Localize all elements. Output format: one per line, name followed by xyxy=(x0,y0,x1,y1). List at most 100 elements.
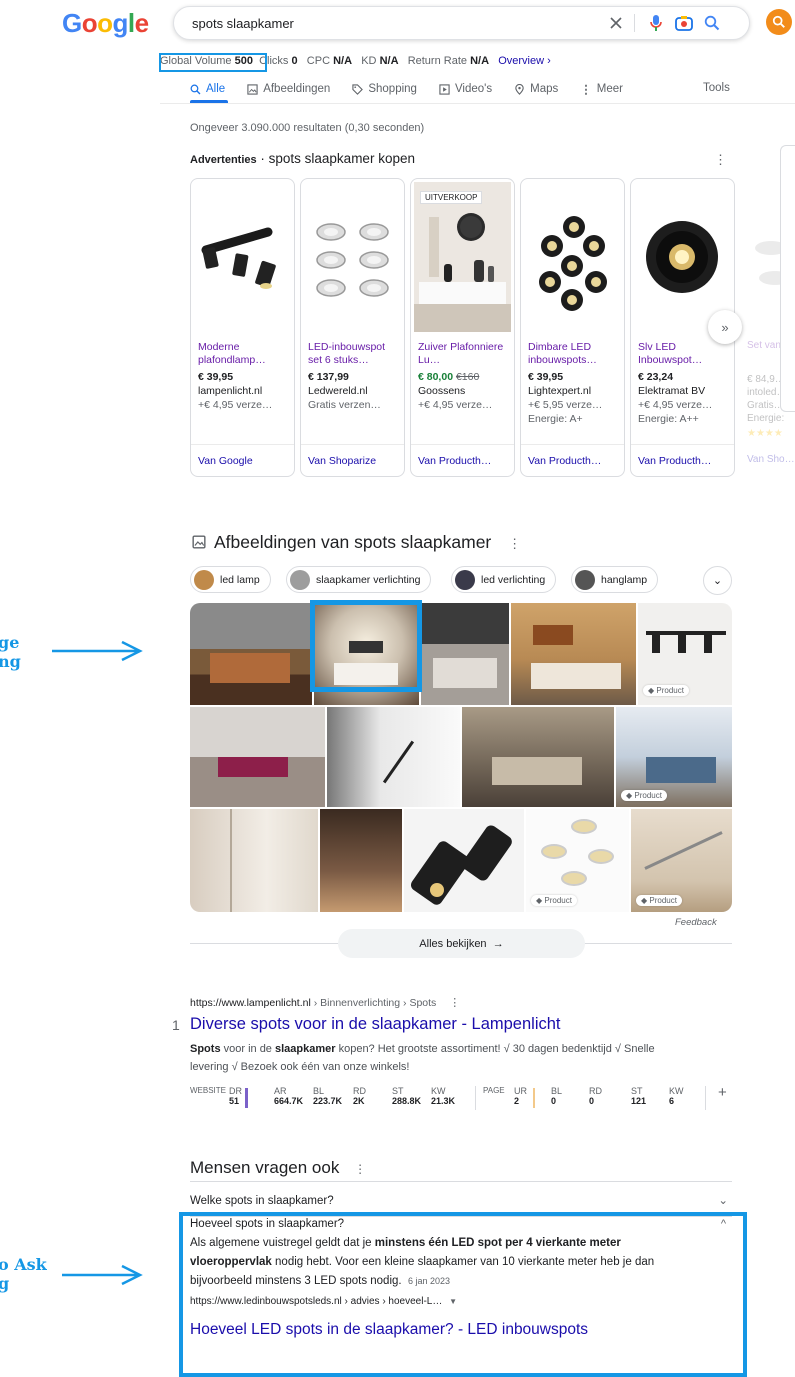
more-vert-icon[interactable]: ⋮ xyxy=(714,152,727,168)
result-snippet: Spots voor in de slaapkamer kopen? Het g… xyxy=(190,1043,655,1073)
microphone-icon[interactable] xyxy=(646,13,666,33)
google-logo[interactable]: Google xyxy=(62,8,149,39)
tab-images[interactable]: Afbeeldingen xyxy=(247,82,330,96)
image-result[interactable]: ◆ Product xyxy=(638,603,732,705)
more-vert-icon[interactable]: ⋮ xyxy=(354,1162,366,1176)
cpc-label: CPC xyxy=(306,55,331,67)
annotation-paa-ranking: o Ask g xyxy=(0,1255,47,1293)
return-rate-label: Return Rate xyxy=(407,55,467,67)
product-badge: ◆ Product xyxy=(636,895,682,906)
global-volume-highlight xyxy=(159,53,267,72)
arrow-right-icon xyxy=(62,1264,143,1286)
product-badge: ◆ Product xyxy=(643,685,689,696)
image-filter-chip[interactable]: slaapkamer verlichting xyxy=(286,566,432,593)
search-icon xyxy=(190,84,201,94)
product-source-link[interactable]: Van Producth… xyxy=(638,455,711,467)
more-vert-icon: ⋮ xyxy=(580,84,592,96)
seo-metrics-row: WEBSITE DR 51 AR 664.7K BL 223.7K RD 2K ST 28… xyxy=(190,1084,730,1112)
product-card[interactable]: Moderne plafondlamp… € 39,95 lampenlicht… xyxy=(190,178,295,477)
image-result[interactable] xyxy=(320,809,402,912)
feedback-link[interactable]: Feedback xyxy=(675,917,717,928)
ads-title: spots slaapkamer kopen xyxy=(268,151,415,166)
chevron-down-icon: ⌄ xyxy=(718,1195,728,1207)
chips-expand-button[interactable]: ⌄ xyxy=(703,566,732,595)
product-badge: ◆ Product xyxy=(531,895,577,906)
view-all-images-button[interactable]: Alles bekijken → xyxy=(338,929,585,958)
arrow-right-icon: → xyxy=(492,937,504,950)
paa-header: Mensen vragen ook ⋮ xyxy=(190,1158,367,1177)
image-result[interactable] xyxy=(511,603,636,705)
tag-icon xyxy=(352,83,364,95)
product-badge: ◆ Product xyxy=(621,790,667,801)
image-filter-chip[interactable]: led verlichting xyxy=(451,566,557,593)
image-result[interactable]: ◆ Product xyxy=(631,809,732,912)
image-filter-chip[interactable]: led lamp xyxy=(190,566,271,593)
ads-label: Advertenties xyxy=(190,154,257,166)
tab-videos[interactable]: Video's xyxy=(439,82,492,96)
result-stats: Ongeveer 3.090.000 resultaten (0,30 seco… xyxy=(190,122,425,134)
search-tabs: Alle Afbeeldingen Shopping Video's Maps … xyxy=(190,82,645,96)
image-result[interactable]: ◆ Product xyxy=(526,809,629,912)
product-card[interactable]: UITVERKOOP Zuiver Plafonniere Lu… € 80,0… xyxy=(410,178,515,477)
paa-question[interactable]: Welke spots in slaapkamer? ⌄ xyxy=(190,1195,730,1207)
more-vert-icon[interactable]: ⋮ xyxy=(508,536,521,551)
annotation-image-ranking: ge ng xyxy=(0,633,21,671)
overview-link[interactable]: Overview › xyxy=(498,55,551,67)
result-url[interactable]: https://www.lampenlicht.nl › Binnenverli… xyxy=(190,996,460,1009)
image-result[interactable] xyxy=(404,809,524,912)
kd-label: KD xyxy=(361,55,377,67)
camera-lens-icon[interactable] xyxy=(674,13,694,33)
plus-icon[interactable]: + xyxy=(718,1084,727,1101)
image-ranking-highlight xyxy=(310,600,422,692)
rating-stars: ★★★★ xyxy=(747,428,783,439)
search-input[interactable]: spots slaapkamer xyxy=(192,16,294,31)
product-card[interactable]: LED-inbouwspot set 6 stuks… € 137,99 Led… xyxy=(300,178,405,477)
cpc-value: N/A xyxy=(333,55,353,67)
tools-button[interactable]: Tools xyxy=(703,82,730,94)
image-icon xyxy=(247,83,258,95)
tab-shopping[interactable]: Shopping xyxy=(352,82,417,96)
product-image xyxy=(524,182,621,332)
double-chevron-right-icon: » xyxy=(721,319,729,335)
result-rank: 1 xyxy=(172,1017,180,1033)
product-image xyxy=(304,182,401,332)
image-result[interactable] xyxy=(190,603,312,705)
kd-value: N/A xyxy=(379,55,399,67)
divider xyxy=(190,1181,732,1182)
pin-icon xyxy=(515,83,524,95)
product-source-link[interactable]: Van Shoparize xyxy=(308,455,376,467)
play-icon xyxy=(439,83,450,95)
tab-maps[interactable]: Maps xyxy=(514,82,558,96)
search-icon[interactable] xyxy=(702,13,722,33)
account-avatar[interactable] xyxy=(766,9,792,35)
product-image xyxy=(194,182,291,332)
return-rate-value: N/A xyxy=(470,55,490,67)
product-source-link[interactable]: Van Google xyxy=(198,455,253,467)
arrow-right-icon xyxy=(52,640,143,662)
image-result[interactable] xyxy=(190,809,318,912)
image-filter-chip[interactable]: hanglamp xyxy=(571,566,659,593)
search-icon xyxy=(772,15,785,28)
tab-all[interactable]: Alle xyxy=(190,82,225,96)
images-section-header: Afbeeldingen van spots slaapkamer ⋮ xyxy=(192,532,521,554)
side-panel-edge xyxy=(780,145,795,412)
divider xyxy=(160,103,795,104)
product-card[interactable]: Dimbare LED inbouwspots… € 39,95 Lightex… xyxy=(520,178,625,477)
image-result[interactable] xyxy=(190,707,325,807)
product-source-link[interactable]: Van Producth… xyxy=(528,455,601,467)
result-title-link[interactable]: Diverse spots voor in de slaapkamer - La… xyxy=(190,1015,561,1034)
clear-icon[interactable] xyxy=(606,13,626,33)
chevron-down-icon: ⌄ xyxy=(712,575,723,587)
more-vert-icon[interactable]: ⋮ xyxy=(449,997,460,1009)
product-source-link[interactable]: Van Producth… xyxy=(418,455,491,467)
carousel-next-button[interactable]: » xyxy=(708,310,742,344)
tab-more[interactable]: ⋮ Meer xyxy=(580,82,623,96)
image-result[interactable] xyxy=(421,603,509,705)
search-box[interactable]: spots slaapkamer xyxy=(173,6,750,40)
clicks-value: 0 xyxy=(291,55,298,67)
image-result[interactable] xyxy=(462,707,614,807)
image-result[interactable]: ◆ Product xyxy=(616,707,732,807)
image-grid: ◆ Product ◆ Product ◆ Product ◆ Product xyxy=(190,603,732,912)
paa-ranking-highlight xyxy=(179,1212,747,1377)
image-result[interactable] xyxy=(327,707,460,807)
